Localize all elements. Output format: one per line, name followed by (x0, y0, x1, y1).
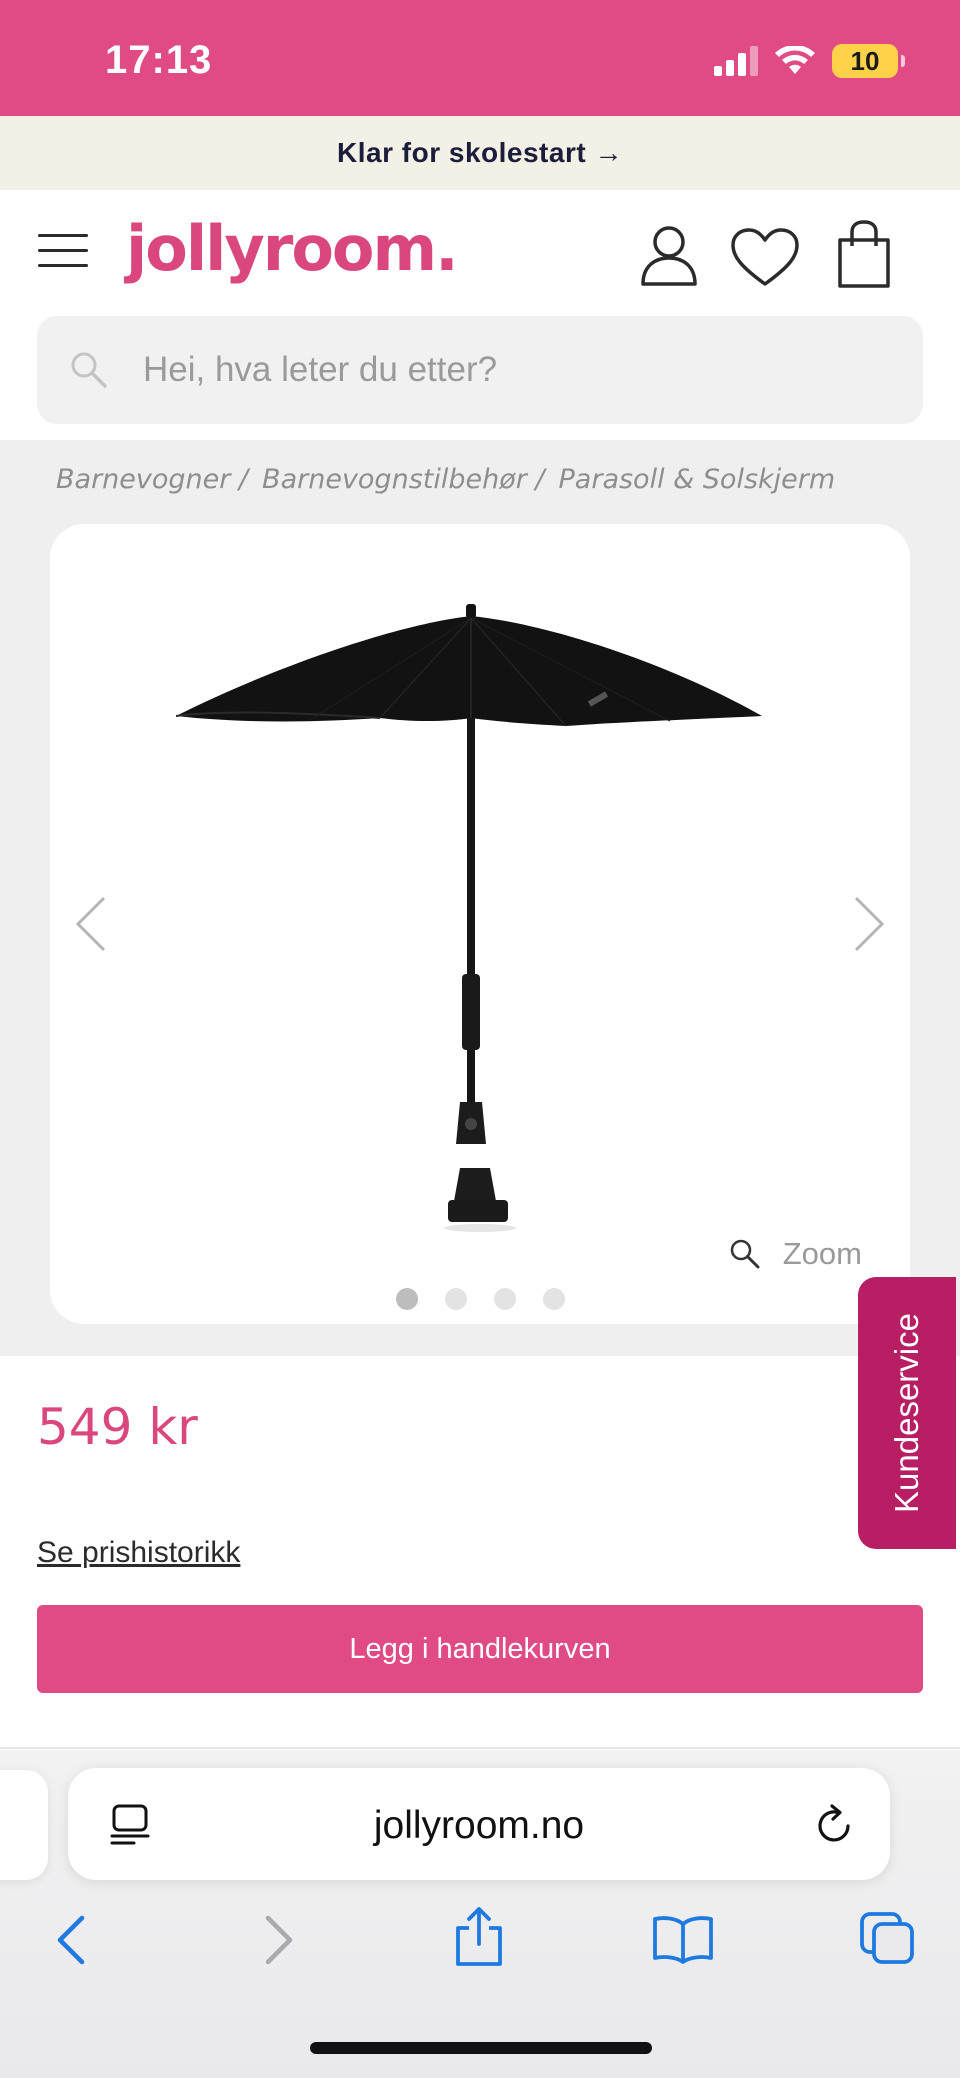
heart-icon[interactable] (730, 228, 800, 288)
search-placeholder: Hei, hva leter du etter? (143, 350, 498, 389)
product-gallery-section: Barnevogner / Barnevognstilbehør / Paras… (0, 440, 960, 1356)
tabs-icon[interactable] (858, 1910, 916, 1966)
product-image-parasol[interactable] (170, 604, 770, 1164)
carousel-dot-4[interactable] (542, 1288, 565, 1310)
status-time: 17:13 (105, 38, 213, 82)
bookmarks-icon[interactable] (652, 1914, 714, 1964)
site-logo[interactable]: jollyroom. (126, 212, 459, 285)
zoom-label: Zoom (782, 1236, 862, 1271)
previous-image-arrow[interactable] (72, 894, 112, 954)
wifi-icon (775, 46, 815, 74)
back-icon[interactable] (52, 1912, 92, 1968)
divider (0, 1747, 960, 1749)
magnifier-icon (730, 1239, 760, 1269)
menu-icon[interactable] (38, 234, 88, 270)
promo-text[interactable]: Klar for skolestart → (337, 137, 623, 169)
home-indicator[interactable] (310, 2042, 652, 2054)
product-image-card[interactable]: Zoom (50, 524, 910, 1324)
battery-indicator: 10 (832, 44, 905, 78)
add-to-cart-button[interactable]: Legg i handlekurven (37, 1605, 923, 1693)
previous-tab-peek[interactable] (0, 1770, 48, 1880)
browser-toolbar: jollyroom.no (0, 1750, 960, 2078)
status-bar: 17:13 10 (0, 0, 960, 116)
product-price: 549 kr (37, 1398, 198, 1456)
parasol-mount-image (444, 1168, 516, 1232)
breadcrumb-item-barnevognstilbehor[interactable]: Barnevognstilbehør / (262, 464, 544, 495)
next-image-arrow[interactable] (848, 894, 888, 954)
promo-banner[interactable]: Klar for skolestart → (0, 116, 960, 190)
signal-icon (714, 46, 758, 76)
kundeservice-tab[interactable]: Kundeservice (858, 1277, 956, 1549)
forward-icon[interactable] (258, 1912, 298, 1968)
carousel-dot-2[interactable] (444, 1288, 467, 1310)
carousel-dots (50, 1288, 910, 1310)
share-icon[interactable] (452, 1906, 506, 1968)
search-input[interactable]: Hei, hva leter du etter? (37, 316, 923, 424)
breadcrumb-item-barnevogner[interactable]: Barnevogner / (56, 464, 248, 495)
search-icon (71, 352, 107, 388)
cart-icon[interactable] (836, 220, 892, 288)
breadcrumb: Barnevogner / Barnevognstilbehør / Paras… (56, 464, 835, 495)
url-text: jollyroom.no (373, 1804, 585, 1847)
price-history-link[interactable]: Se prishistorikk (37, 1536, 240, 1570)
carousel-dot-1[interactable] (395, 1288, 418, 1310)
account-icon[interactable] (640, 224, 698, 286)
breadcrumb-item-parasoll[interactable]: Parasoll & Solskjerm (559, 464, 836, 495)
reload-icon[interactable] (814, 1802, 856, 1846)
site-header: jollyroom. Hei, hva leter du etter? (0, 190, 960, 440)
zoom-button[interactable]: Zoom (729, 1236, 862, 1272)
kundeservice-label: Kundeservice (888, 1313, 926, 1513)
carousel-dot-3[interactable] (493, 1288, 516, 1310)
address-bar[interactable]: jollyroom.no (68, 1768, 890, 1880)
status-icons: 10 (714, 44, 905, 78)
